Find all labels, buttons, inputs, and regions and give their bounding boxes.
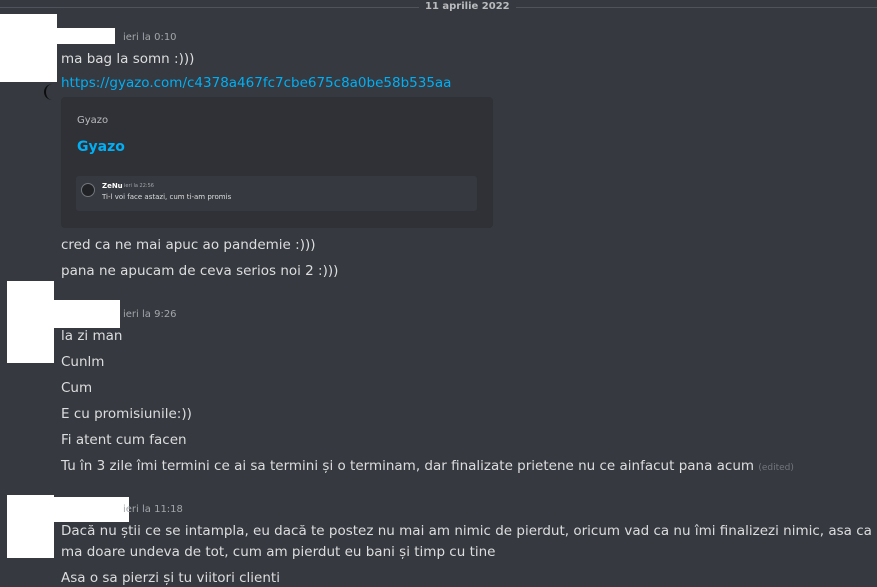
message-link[interactable]: https://gyazo.com/c4378a467fc7cbe675c8a0… [61,75,451,91]
redacted-avatar [7,281,54,363]
redacted-username [54,300,120,328]
message-text: Cunlm [61,354,105,370]
message-timestamp: ieri la 11:18 [123,504,183,515]
redacted-username [57,28,115,44]
message-text: Dacă nu știi ce se intampla, eu dacă te … [61,523,872,560]
redacted-avatar [0,14,57,82]
date-divider-label: 11 aprilie 2022 [419,0,516,14]
message-text: pana ne apucam de ceva serios noi 2 :))) [61,263,339,279]
embed-title[interactable]: Gyazo [77,139,125,155]
preview-avatar [81,183,95,197]
preview-time: ieri la 22:56 [124,183,154,189]
embed-provider: Gyazo [77,115,109,126]
message-timestamp: ieri la 0:10 [123,32,177,43]
message-text-edited: Tu în 3 zile îmi termini ce ai sa termin… [61,457,794,477]
message-text: Cum [61,380,93,396]
message-text: la zi man [61,328,123,344]
edited-label: (edited) [758,463,794,473]
reply-bracket [44,84,52,100]
message-text: Fi atent cum facen [61,432,187,448]
link-embed: Gyazo Gyazo ZeNu ieri la 22:56 Ti-l voi … [61,97,493,228]
redacted-username [54,497,129,522]
date-divider: 11 aprilie 2022 [0,0,877,14]
preview-text: Ti-l voi face astazi, cum ti-am promis [102,193,232,201]
embed-preview-image[interactable]: ZeNu ieri la 22:56 Ti-l voi face astazi,… [76,176,477,211]
message-text: cred ca ne mai apuc ao pandemie :))) [61,237,316,253]
message-text: Tu în 3 zile îmi termini ce ai sa termin… [61,458,755,474]
message-text: E cu promisiunile:)) [61,406,192,422]
redacted-avatar [7,495,54,558]
preview-author: ZeNu [102,182,123,190]
message-text: Asa o sa pierzi și tu viitori clienti [61,570,280,586]
message-timestamp: ieri la 9:26 [123,309,177,320]
message-text: ma bag la somn :))) [61,51,195,67]
